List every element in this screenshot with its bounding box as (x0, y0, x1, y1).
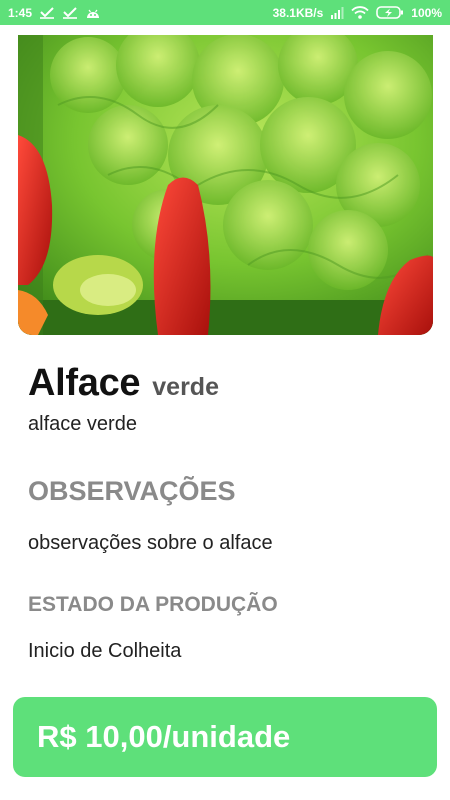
title-row: Alface verde (28, 362, 219, 405)
battery-charging-icon (376, 6, 404, 19)
status-bar: 1:45 38.1KB/s 100% (0, 0, 450, 25)
lettuce-illustration (18, 35, 433, 335)
wifi-icon (351, 6, 369, 19)
status-right: 38.1KB/s 100% (273, 6, 442, 20)
product-description: alface verde (28, 413, 137, 435)
check-icon (39, 6, 55, 19)
network-speed: 38.1KB/s (272, 5, 324, 20)
android-icon (85, 7, 101, 19)
product-name: Alface (28, 362, 141, 404)
observations-heading: OBSERVAÇÕES (28, 476, 236, 506)
price-button[interactable]: R$ 10,00/unidade (13, 697, 437, 777)
status-time: 1:45 (8, 5, 33, 20)
check-icon (62, 6, 78, 19)
product-image (18, 35, 433, 335)
production-state-heading: ESTADO DA PRODUÇÃO (28, 593, 278, 616)
signal-icon (330, 6, 344, 19)
status-left: 1:45 (8, 6, 101, 20)
price-label: R$ 10,00/unidade (37, 719, 291, 754)
production-state-text: Inicio de Colheita (28, 640, 182, 662)
product-variety: verde (152, 373, 219, 401)
battery-level: 100% (411, 5, 442, 20)
observations-text: observações sobre o alface (28, 532, 273, 554)
